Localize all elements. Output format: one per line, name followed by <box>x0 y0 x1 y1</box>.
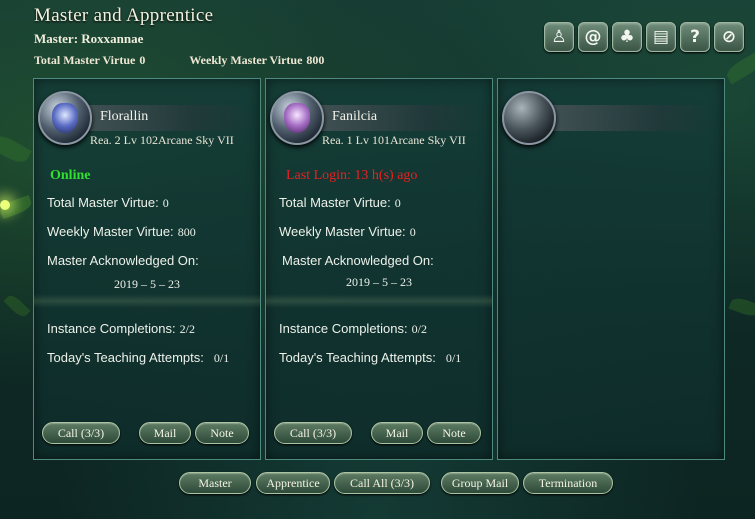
weekly-virtue-row: Weekly Master Virtue: 800 <box>47 224 196 240</box>
group-mail-button[interactable]: Group Mail <box>441 472 519 494</box>
instance-label: Instance Completions: <box>279 321 408 336</box>
instance-row: Instance Completions: 2/2 <box>47 321 195 337</box>
teaching-row: Today's Teaching Attempts: 0/1 <box>279 350 461 366</box>
apprentice-rank: Rea. 1 Lv 101Arcane Sky VII <box>322 133 466 147</box>
teaching-value: 0/1 <box>445 351 462 365</box>
online-status: Online <box>50 168 91 183</box>
empty-apprentice-slot <box>497 78 725 460</box>
master-virtue-stats: Total Master Virtue 0 Weekly Master Virt… <box>34 53 324 68</box>
total-virtue-row: Total Master Virtue: 0 <box>47 195 169 211</box>
empty-emblem-icon <box>502 91 556 145</box>
teaching-row: Today's Teaching Attempts: 0/1 <box>47 350 229 366</box>
weekly-virtue-value: 800 <box>306 53 325 67</box>
teaching-label: Today's Teaching Attempts: <box>47 350 204 365</box>
figure-icon[interactable]: ♙ <box>544 22 574 52</box>
class-emblem-icon <box>270 91 324 145</box>
master-name: Master: Roxxannae <box>34 31 144 46</box>
weekly-virtue-row: Weekly Master Virtue: 0 <box>279 224 416 240</box>
total-virtue-label: Total Master Virtue <box>34 53 136 67</box>
foliage-decoration <box>0 131 32 167</box>
weekly-virtue-label: Weekly Master Virtue <box>189 53 303 67</box>
master-tab-button[interactable]: Master <box>179 472 251 494</box>
total-virtue-value: 0 <box>394 196 401 210</box>
apprentice-tab-button[interactable]: Apprentice <box>256 472 330 494</box>
class-emblem-icon <box>38 91 92 145</box>
call-all-button[interactable]: Call All (3/3) <box>334 472 430 494</box>
scroll-icon[interactable]: ▤ <box>646 22 676 52</box>
last-login-status: Last Login: 13 h(s) ago <box>286 168 418 183</box>
teaching-label: Today's Teaching Attempts: <box>279 350 436 365</box>
acknowledged-label: Master Acknowledged On: <box>47 253 199 268</box>
weekly-virtue-value: 0 <box>409 225 416 239</box>
mail-button[interactable]: Mail <box>371 422 423 444</box>
call-button[interactable]: Call (3/3) <box>42 422 120 444</box>
acknowledged-date: 2019 – 5 – 23 <box>346 275 412 289</box>
apprentice-name: Florallin <box>100 109 149 124</box>
divider <box>34 294 260 308</box>
instance-label: Instance Completions: <box>47 321 176 336</box>
acknowledged-label: Master Acknowledged On: <box>282 253 434 268</box>
icon-toolbar: ♙ @ ♣ ▤ ? ⊘ <box>544 22 744 52</box>
termination-button[interactable]: Termination <box>523 472 613 494</box>
note-button[interactable]: Note <box>427 422 481 444</box>
foliage-decoration <box>723 51 755 85</box>
foliage-decoration <box>3 292 31 320</box>
divider <box>266 294 492 308</box>
instance-value: 2/2 <box>179 322 195 336</box>
instance-row: Instance Completions: 0/2 <box>279 321 427 337</box>
tree-icon[interactable]: ♣ <box>612 22 642 52</box>
apprentice-name: Fanilcia <box>332 109 378 124</box>
firefly-glow <box>0 200 10 210</box>
help-icon[interactable]: ? <box>680 22 710 52</box>
call-button[interactable]: Call (3/3) <box>274 422 352 444</box>
weekly-virtue-value: 800 <box>177 225 196 239</box>
weekly-virtue-label: Weekly Master Virtue: <box>47 224 174 239</box>
total-virtue-value: 0 <box>162 196 169 210</box>
note-button[interactable]: Note <box>195 422 249 444</box>
swirl-icon[interactable]: @ <box>578 22 608 52</box>
mail-button[interactable]: Mail <box>139 422 191 444</box>
master-apprentice-window: Master and Apprentice Master: Roxxannae … <box>0 0 755 519</box>
total-virtue-label: Total Master Virtue: <box>279 195 391 210</box>
total-virtue-label: Total Master Virtue: <box>47 195 159 210</box>
instance-value: 0/2 <box>411 322 427 336</box>
apprentice-card: Fanilcia Rea. 1 Lv 101Arcane Sky VII Las… <box>265 78 493 460</box>
apprentice-rank: Rea. 2 Lv 102Arcane Sky VII <box>90 133 234 147</box>
weekly-virtue-label: Weekly Master Virtue: <box>279 224 406 239</box>
window-title: Master and Apprentice <box>34 5 214 26</box>
acknowledged-date: 2019 – 5 – 23 <box>114 277 180 291</box>
teaching-value: 0/1 <box>213 351 230 365</box>
apprentice-card: Florallin Rea. 2 Lv 102Arcane Sky VII On… <box>33 78 261 460</box>
close-icon[interactable]: ⊘ <box>714 22 744 52</box>
total-virtue-row: Total Master Virtue: 0 <box>279 195 401 211</box>
foliage-decoration <box>728 295 755 319</box>
total-virtue-value: 0 <box>139 53 146 67</box>
